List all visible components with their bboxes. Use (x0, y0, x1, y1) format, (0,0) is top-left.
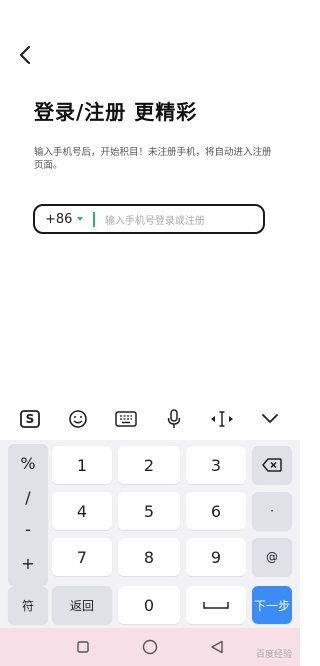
key-3[interactable]: 3 (186, 446, 246, 484)
caret-down-icon (77, 217, 84, 221)
back-nav-button[interactable] (207, 637, 227, 657)
key-4[interactable]: 4 (52, 492, 112, 530)
space-bar-icon (203, 602, 229, 609)
text-cursor (93, 211, 95, 227)
key-2[interactable]: 2 (118, 446, 180, 484)
country-code: +86 (45, 211, 73, 227)
phone-input-box[interactable]: +86 输入手机号登录或注册 (33, 204, 265, 234)
symbol-column: % / - + (8, 444, 48, 586)
backspace-icon (262, 458, 282, 472)
recent-apps-button[interactable] (73, 637, 93, 657)
login-screen: 登录/注册 更精彩 输入手机号后，开始积目！未注册手机，将自动进入注册页面。 +… (0, 0, 300, 666)
collapse-chevron-icon[interactable] (255, 404, 285, 434)
key-dot[interactable]: · (252, 492, 292, 530)
page-description: 输入手机号后，开始积目！未注册手机，将自动进入注册页面。 (34, 147, 272, 171)
key-symbols[interactable]: 符 (8, 586, 48, 624)
key-9[interactable]: 9 (186, 538, 246, 576)
home-icon (142, 639, 158, 655)
key-7[interactable]: 7 (52, 538, 112, 576)
home-button[interactable] (140, 637, 160, 657)
key-back[interactable]: 返回 (52, 586, 112, 624)
key-percent[interactable]: % (8, 454, 48, 473)
back-button[interactable] (14, 44, 36, 66)
key-0[interactable]: 0 (118, 586, 180, 624)
sogou-logo-icon[interactable]: S (15, 404, 45, 434)
key-at[interactable]: @ (252, 538, 292, 576)
watermark-text: 百度经验 (255, 650, 292, 660)
key-6[interactable]: 6 (186, 492, 246, 530)
phone-input-placeholder[interactable]: 输入手机号登录或注册 (105, 212, 205, 227)
country-code-selector[interactable]: +86 (35, 211, 84, 227)
back-icon (210, 640, 223, 654)
key-space[interactable] (186, 586, 246, 624)
emoji-icon[interactable] (63, 404, 93, 434)
watermark: 百度经验 (256, 647, 292, 660)
recent-apps-icon (77, 641, 90, 653)
system-nav-bar: 百度经验 (0, 628, 300, 666)
chevron-left-icon (19, 45, 31, 65)
key-slash[interactable]: / (8, 488, 48, 507)
key-1[interactable]: 1 (52, 446, 112, 484)
key-minus[interactable]: - (8, 520, 48, 539)
key-next[interactable]: 下一步 (252, 586, 292, 624)
delete-key[interactable] (252, 446, 292, 484)
sogou-logo-text: S (25, 412, 35, 426)
keyboard-icon[interactable] (111, 404, 141, 434)
key-5[interactable]: 5 (118, 492, 180, 530)
key-8[interactable]: 8 (118, 538, 180, 576)
numeric-keyboard: % / - + 1 2 3 4 5 6 · 7 8 9 @ 符 返回 0 下一步 (0, 440, 300, 628)
key-plus[interactable]: + (8, 554, 48, 573)
cursor-move-icon[interactable] (207, 404, 237, 434)
keyboard-toolbar: S (0, 396, 300, 442)
page-title: 登录/注册 更精彩 (34, 100, 198, 124)
microphone-icon[interactable] (159, 404, 189, 434)
